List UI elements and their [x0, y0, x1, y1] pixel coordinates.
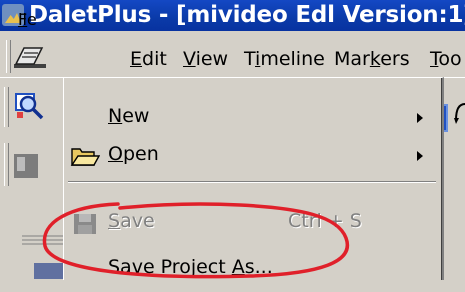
menu-edit-label: dit [142, 48, 167, 70]
menu-item-save-project-as-label: Save Project As... [108, 256, 273, 278]
menubar-icon[interactable] [12, 44, 48, 70]
menu-item-save-project-as-rest: s... [244, 256, 273, 278]
menu-item-open-label: Open [108, 143, 159, 165]
menu-markers-mnemonic: k [369, 48, 381, 70]
menu-tools[interactable]: Too [430, 47, 462, 71]
save-disk-icon [74, 214, 96, 234]
window-title: DaletPlus - [mivideo Edl Version:1] [29, 2, 465, 28]
menu-item-save-rest: ave [120, 210, 155, 232]
menu-item-new-rest: ew [122, 105, 150, 127]
open-folder-icon [70, 148, 100, 166]
file-menu-dropdown: New Open Save Ctrl + S Save Project As..… [63, 77, 444, 280]
menubar-grip[interactable] [6, 40, 11, 73]
menu-item-save-project-as-pre: Save Project [108, 256, 232, 278]
menu-view-label: iew [195, 48, 229, 70]
arrow-icon[interactable] [454, 100, 465, 128]
menu-item-open-mnemonic: O [108, 143, 123, 165]
menu-markers-label: ers [380, 48, 410, 70]
menu-timeline-label: meline [260, 48, 325, 70]
menu-item-save-mnemonic: S [108, 210, 121, 232]
menu-item-save-label: Save [108, 210, 155, 232]
zoom-icon[interactable] [14, 90, 44, 120]
toolbar-grip[interactable] [4, 87, 9, 127]
panel-icon-lower[interactable] [34, 263, 64, 279]
menu-item-save-shortcut: Ctrl + S [288, 210, 362, 232]
menu-item-save[interactable]: Save Ctrl + S [64, 200, 439, 246]
menu-timeline-pre: T [244, 48, 256, 70]
menu-tools-label: oo [438, 48, 462, 70]
menu-item-save-project-as-mnemonic: A [231, 256, 245, 278]
menu-edit[interactable]: Edit [130, 47, 167, 71]
menu-timeline[interactable]: Timeline [244, 47, 325, 71]
submenu-arrow-icon [417, 151, 423, 161]
submenu-arrow-icon [417, 113, 423, 123]
menu-item-new-label: New [108, 105, 149, 127]
toolbar-grip-2[interactable] [4, 143, 9, 186]
menu-markers-pre: Mar [334, 48, 370, 70]
menu-view[interactable]: View [183, 47, 228, 71]
menu-item-new-mnemonic: N [108, 105, 123, 127]
title-bar[interactable]: DaletPlus - [mivideo Edl Version:1] [0, 0, 465, 31]
menu-markers[interactable]: Markers [334, 47, 410, 71]
menu-item-save-project-as[interactable]: Save Project As... [64, 246, 439, 292]
menu-view-mnemonic: V [183, 48, 196, 70]
menu-item-open-rest: pen [122, 143, 159, 165]
menu-edit-mnemonic: E [130, 48, 143, 70]
tool-icon[interactable] [14, 154, 38, 178]
menu-file-label: ile [18, 10, 37, 29]
menu-separator [68, 181, 436, 183]
menu-item-open[interactable]: Open [64, 133, 439, 179]
